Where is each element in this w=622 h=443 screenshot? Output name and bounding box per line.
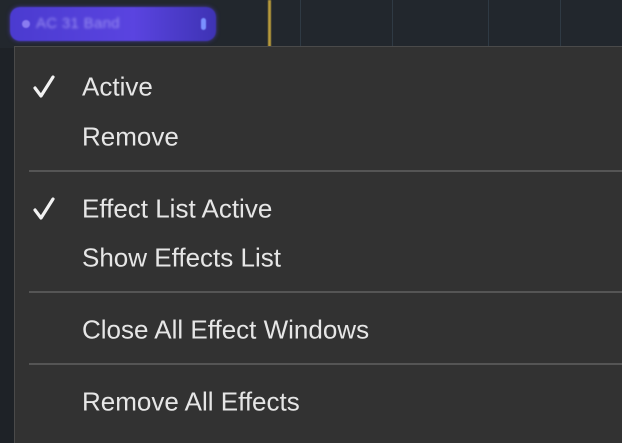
screen: AC 31 Band Active Remove Effect List Act…	[0, 0, 622, 443]
menu-item-effect-list-active[interactable]: Effect List Active	[15, 185, 622, 233]
effect-chip-label: AC 31 Band	[36, 15, 120, 32]
menu-item-close-all-effect-windows[interactable]: Close All Effect Windows	[15, 306, 622, 354]
chip-handle[interactable]	[201, 18, 206, 30]
playhead[interactable]	[268, 0, 271, 48]
grid-line	[392, 0, 393, 48]
grid-line	[300, 0, 301, 48]
track-lane: AC 31 Band	[0, 0, 622, 48]
menu-separator	[29, 291, 622, 293]
menu-separator	[29, 170, 622, 172]
context-menu: Active Remove Effect List Active Show Ef…	[14, 46, 622, 443]
menu-item-remove-all-effects[interactable]: Remove All Effects	[15, 378, 622, 426]
menu-item-label: Remove All Effects	[82, 386, 300, 417]
menu-item-label: Show Effects List	[82, 242, 281, 273]
grid-line	[560, 0, 561, 48]
effect-chip[interactable]: AC 31 Band	[10, 7, 216, 41]
menu-item-label: Effect List Active	[82, 193, 273, 224]
menu-item-label: Active	[82, 71, 153, 102]
menu-separator	[29, 363, 622, 365]
menu-item-label: Remove	[82, 121, 179, 152]
power-icon[interactable]	[22, 20, 30, 28]
menu-item-show-effects-list[interactable]: Show Effects List	[15, 234, 622, 282]
grid-line	[488, 0, 489, 48]
menu-item-remove[interactable]: Remove	[15, 113, 622, 161]
checkmark-icon	[33, 197, 55, 220]
checkmark-icon	[33, 75, 55, 98]
menu-item-active[interactable]: Active	[15, 63, 622, 111]
menu-item-label: Close All Effect Windows	[82, 314, 370, 345]
